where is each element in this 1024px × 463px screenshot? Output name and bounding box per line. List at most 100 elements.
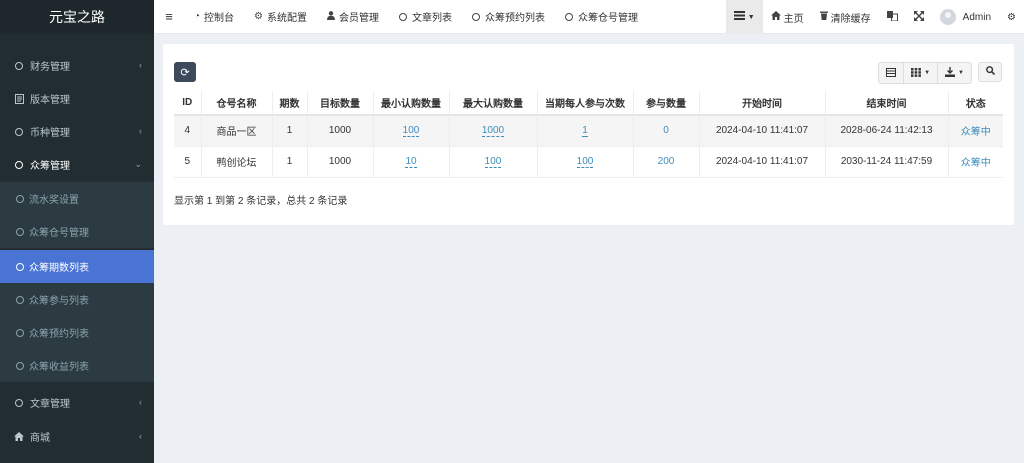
col-header[interactable]: 开始时间 <box>698 91 825 116</box>
cell-name: 鸭创论坛 <box>200 146 272 178</box>
sidebar-subitem-label: 众筹参与列表 <box>29 296 89 307</box>
pagination-info: 显示第 1 到第 2 条记录，总共 2 条记录 <box>174 196 348 207</box>
col-header[interactable]: 仓号名称 <box>200 91 272 116</box>
col-header[interactable]: 参与数量 <box>632 91 699 116</box>
expand-icon <box>913 10 924 24</box>
col-header[interactable]: 期数 <box>271 91 307 116</box>
cell-end: 2030-11-24 11:47:59 <box>824 146 948 178</box>
circle-icon <box>472 12 481 21</box>
col-header[interactable]: 状态 <box>947 91 1003 116</box>
nav-system-config[interactable]: ⚙ 系统配置 <box>244 0 317 34</box>
sidebar-item-articles[interactable]: 文章管理 ‹ <box>0 386 154 419</box>
chevron-left-icon: ‹ <box>139 397 142 407</box>
circle-icon <box>16 194 24 203</box>
settings-button[interactable]: ⚙ <box>999 0 1024 34</box>
layout-dropdown[interactable]: ▼ <box>725 0 763 34</box>
top-navbar: ≡ ◔ 控制台 ⚙ 系统配置 会员管理 文章列表 众筹预约列表 众筹仓号管理 ▼ <box>154 0 1024 34</box>
nav-label: 众筹预约列表 <box>485 13 546 24</box>
circle-icon <box>12 61 26 70</box>
refresh-button[interactable]: ⟳ <box>174 62 196 82</box>
nav-label: 会员管理 <box>339 13 380 24</box>
trash-icon <box>819 11 828 23</box>
status-badge[interactable]: 众筹中 <box>961 127 991 138</box>
col-header[interactable]: 目标数量 <box>306 91 373 116</box>
editable-min[interactable]: 100 <box>402 125 420 138</box>
col-header[interactable]: 结束时间 <box>824 91 948 116</box>
home-link[interactable]: 主页 <box>763 0 812 34</box>
sidebar-subitem-label: 众筹预约列表 <box>29 329 89 340</box>
circle-icon <box>16 227 24 236</box>
cell-target: 1000 <box>306 115 373 147</box>
col-header[interactable]: ID <box>174 91 201 116</box>
status-badge[interactable]: 众筹中 <box>961 158 991 169</box>
nav-label: 系统配置 <box>267 13 308 24</box>
nav-reservations[interactable]: 众筹预约列表 <box>462 0 555 34</box>
cell-min: 10 <box>372 146 449 178</box>
content-panel: ⟳ ▼ ▼ ID 仓号名称 期数 目标数量 最小认购数量 最大认购数量 当期每人… <box>163 44 1014 225</box>
circle-icon <box>399 12 408 21</box>
grid-icon <box>911 67 921 79</box>
gears-icon: ⚙ <box>1007 11 1016 23</box>
nav-articles[interactable]: 文章列表 <box>389 0 462 34</box>
sidebar-subitem-reservation[interactable]: 众筹预约列表 <box>0 316 154 349</box>
table-row[interactable]: 5 鸭创论坛 1 1000 10 100 100 200 2024-04-10 … <box>174 146 1003 178</box>
circle-icon <box>16 295 24 304</box>
sidebar-subitem-earnings[interactable]: 众筹收益列表 <box>0 349 154 382</box>
cell-max: 100 <box>448 146 537 178</box>
col-header[interactable]: 当期每人参与次数 <box>536 91 633 116</box>
chevron-left-icon: ‹ <box>139 60 142 70</box>
clear-cache-button[interactable]: 清除缓存 <box>812 0 879 34</box>
document-icon <box>12 93 26 104</box>
sidebar-item-label: 财务管理 <box>30 62 70 73</box>
editable-times[interactable]: 1 <box>582 125 588 138</box>
sidebar-item-version[interactable]: 版本管理 <box>0 82 154 115</box>
nav-members[interactable]: 会员管理 <box>317 0 389 34</box>
dashboard-icon: ◔ <box>194 11 201 22</box>
user-menu[interactable]: Admin <box>932 0 999 34</box>
nav-dashboard[interactable]: ◔ 控制台 <box>184 0 244 34</box>
editable-min[interactable]: 10 <box>405 156 417 168</box>
cell-target: 1000 <box>306 146 373 178</box>
sidebar-item-mall[interactable]: 商城 ‹ <box>0 420 154 453</box>
joined-link[interactable]: 0 <box>663 125 669 136</box>
table-row[interactable]: 4 商品一区 1 1000 100 1000 1 0 2024-04-10 11… <box>174 115 1003 147</box>
export-dropdown[interactable]: ▼ <box>937 63 971 83</box>
menu-toggle-icon[interactable]: ≡ <box>154 9 184 24</box>
table-header-row: ID 仓号名称 期数 目标数量 最小认购数量 最大认购数量 当期每人参与次数 参… <box>174 91 1003 116</box>
home-label: 主页 <box>783 13 804 25</box>
clear-cache-label: 清除缓存 <box>830 13 871 25</box>
toggle-view-button[interactable] <box>879 63 903 83</box>
cell-id: 5 <box>174 146 201 178</box>
col-header[interactable]: 最大认购数量 <box>448 91 537 116</box>
sidebar-item-currency[interactable]: 币种管理 ‹ <box>0 115 154 148</box>
chevron-left-icon: ‹ <box>139 126 142 136</box>
search-button[interactable] <box>978 62 1002 82</box>
avatar <box>939 9 956 25</box>
caret-down-icon: ▼ <box>747 13 755 21</box>
fullscreen-button[interactable] <box>906 0 932 34</box>
sidebar-item-finance[interactable]: 财务管理 ‹ <box>0 49 154 82</box>
cell-start: 2024-04-10 11:41:07 <box>698 115 825 147</box>
brand-title: 元宝之路 <box>0 0 154 34</box>
sidebar-subitem-warehouse[interactable]: 众筹仓号管理 <box>0 215 154 248</box>
top-right-nav: ▼ 主页 清除缓存 Admin ⚙ <box>725 0 1024 34</box>
columns-dropdown[interactable]: ▼ <box>903 63 937 83</box>
sidebar-subitem-periods[interactable]: 众筹期数列表 <box>0 250 154 283</box>
cell-period: 1 <box>271 146 307 178</box>
col-header[interactable]: 最小认购数量 <box>372 91 449 116</box>
cell-joined: 200 <box>632 146 699 178</box>
editable-times[interactable]: 100 <box>576 156 594 168</box>
sidebar-item-label: 商城 <box>30 433 50 444</box>
sidebar-item-label: 版本管理 <box>30 95 70 106</box>
cell-min: 100 <box>372 115 449 147</box>
sidebar-subitem-label: 众筹期数列表 <box>29 263 89 274</box>
nav-warehouse[interactable]: 众筹仓号管理 <box>555 0 648 34</box>
editable-max[interactable]: 100 <box>484 156 502 168</box>
editable-max[interactable]: 1000 <box>481 125 505 138</box>
circle-icon <box>12 398 26 407</box>
joined-link[interactable]: 200 <box>658 156 675 167</box>
sidebar-item-crowdfunding[interactable]: 众筹管理 ⌄ <box>0 148 154 181</box>
sidebar-subitem-flow-reward[interactable]: 流水奖设置 <box>0 182 154 215</box>
sidebar-subitem-participation[interactable]: 众筹参与列表 <box>0 283 154 316</box>
translate-button[interactable] <box>879 0 906 34</box>
